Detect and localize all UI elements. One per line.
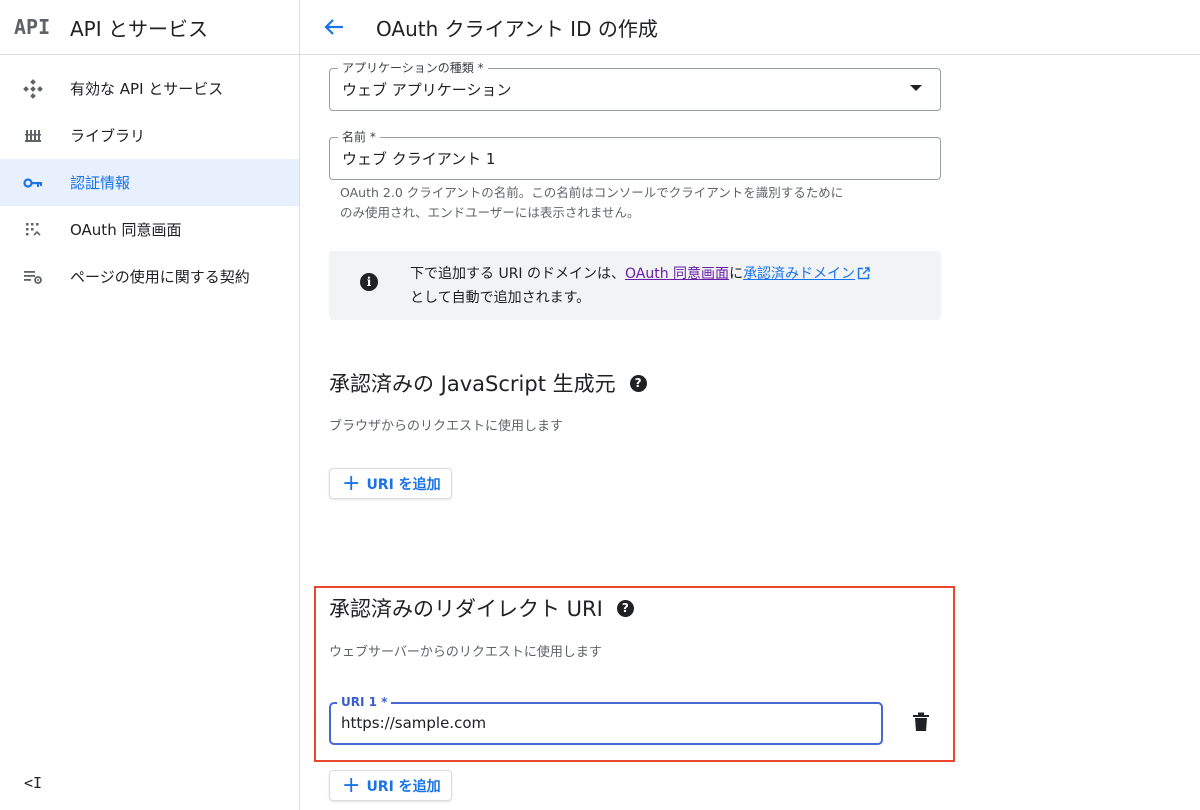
js-origins-title: 承認済みの JavaScript 生成元 bbox=[329, 372, 616, 396]
name-hint: OAuth 2.0 クライアントの名前。この名前はコンソールでクライアントを識別… bbox=[340, 185, 844, 220]
name-input[interactable]: 名前 * ウェブ クライアント 1 bbox=[329, 129, 941, 180]
api-diamond-icon bbox=[22, 78, 44, 100]
application-type-value: ウェブ アプリケーション bbox=[342, 81, 512, 99]
sidebar-item-enabled-apis[interactable]: 有効な API とサービス bbox=[0, 65, 299, 112]
redirect-uri-1-value: https://sample.com bbox=[341, 714, 487, 732]
add-js-origin-uri-button[interactable]: + URI を追加 bbox=[329, 468, 452, 499]
sidebar-item-label: 認証情報 bbox=[70, 174, 131, 192]
sidebar-title[interactable]: API とサービス bbox=[70, 13, 208, 42]
back-arrow-icon[interactable] bbox=[322, 15, 346, 39]
js-origins-desc: ブラウザからのリクエストに使用します bbox=[329, 419, 564, 434]
add-redirect-uri-button[interactable]: + URI を追加 bbox=[329, 770, 452, 801]
authorized-domains-link[interactable]: 承認済みドメイン bbox=[743, 266, 855, 282]
help-icon[interactable]: ? bbox=[629, 374, 647, 392]
plus-icon: + bbox=[342, 470, 361, 496]
page-settings-icon bbox=[22, 266, 44, 288]
page-header: OAuth クライアント ID の作成 bbox=[300, 0, 1200, 55]
help-icon[interactable]: ? bbox=[616, 599, 634, 617]
sidebar-item-label: 有効な API とサービス bbox=[70, 80, 224, 98]
sidebar-item-page-usage-agreements[interactable]: ページの使用に関する契約 bbox=[0, 253, 299, 300]
redirect-uri-1-label: URI 1 * bbox=[337, 694, 392, 710]
info-icon: i bbox=[360, 273, 378, 291]
collapse-sidebar-button[interactable]: <I bbox=[24, 774, 42, 792]
application-type-select[interactable]: アプリケーションの種類 * ウェブ アプリケーション bbox=[329, 60, 941, 111]
sidebar-item-label: ライブラリ bbox=[70, 127, 146, 145]
trash-icon[interactable] bbox=[912, 712, 932, 734]
sidebar-item-credentials[interactable]: 認証情報 bbox=[0, 159, 299, 206]
sidebar-item-label: OAuth 同意画面 bbox=[70, 221, 182, 239]
redirect-uris-title-row: 承認済みのリダイレクト URI ? bbox=[329, 593, 634, 623]
redirect-uri-1-input[interactable]: URI 1 * https://sample.com bbox=[329, 694, 883, 745]
page-title: OAuth クライアント ID の作成 bbox=[376, 16, 658, 41]
redirect-uris-title: 承認済みのリダイレクト URI bbox=[329, 597, 603, 621]
sidebar-nav: 有効な API とサービス ライブラリ 認証情報 OAuth 同意画面 ページの… bbox=[0, 65, 299, 300]
plus-icon: + bbox=[342, 772, 361, 798]
library-icon bbox=[22, 125, 44, 147]
dropdown-arrow-icon bbox=[910, 85, 922, 91]
external-link-icon[interactable] bbox=[857, 265, 870, 287]
sidebar-item-oauth-consent[interactable]: OAuth 同意画面 bbox=[0, 206, 299, 253]
consent-grid-icon bbox=[22, 219, 44, 241]
application-type-label: アプリケーションの種類 * bbox=[338, 60, 488, 76]
info-text: 下で追加する URI のドメインは、OAuth 同意画面に承認済みドメイン とし… bbox=[410, 263, 930, 309]
api-logo: API bbox=[14, 15, 51, 39]
name-label: 名前 * bbox=[338, 129, 380, 145]
sidebar-item-label: ページの使用に関する契約 bbox=[70, 268, 250, 286]
key-icon bbox=[22, 172, 44, 194]
domain-info-box: i 下で追加する URI のドメインは、OAuth 同意画面に承認済みドメイン … bbox=[329, 251, 941, 320]
oauth-consent-link[interactable]: OAuth 同意画面 bbox=[625, 266, 729, 282]
name-value: ウェブ クライアント 1 bbox=[342, 150, 496, 168]
redirect-uris-desc: ウェブサーバーからのリクエストに使用します bbox=[329, 645, 602, 660]
sidebar-header: API API とサービス bbox=[0, 0, 299, 55]
sidebar: API API とサービス 有効な API とサービス ライブラリ 認証情報 O… bbox=[0, 0, 300, 810]
sidebar-item-library[interactable]: ライブラリ bbox=[0, 112, 299, 159]
js-origins-title-row: 承認済みの JavaScript 生成元 ? bbox=[329, 368, 647, 398]
